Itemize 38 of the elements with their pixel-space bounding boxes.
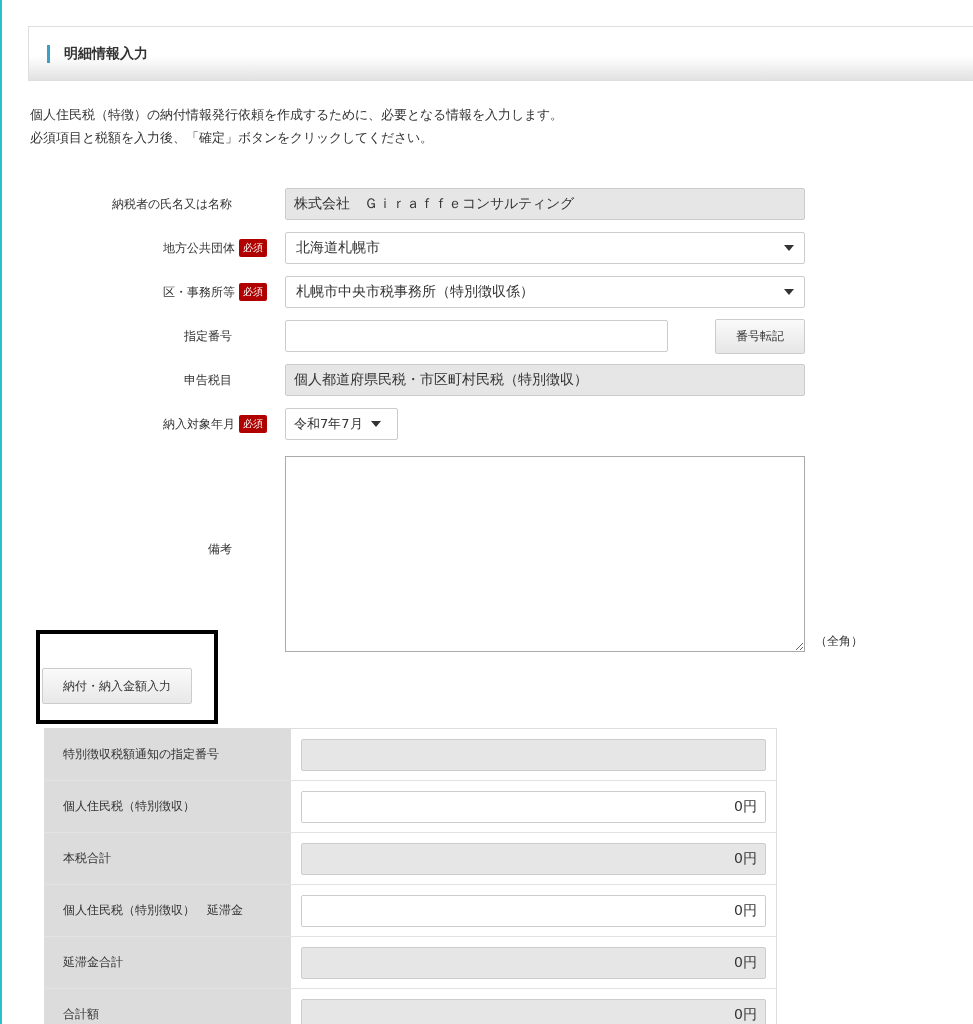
caret-icon (784, 245, 794, 251)
field-label: 指定番号 (184, 327, 232, 345)
description-text: 必須項目と税額を入力後、「確定」ボタンをクリックしてください。 (30, 129, 434, 147)
required-badge: 必須 (239, 283, 267, 301)
amount-field[interactable]: 0円 (301, 894, 766, 927)
caret-icon (370, 421, 381, 427)
hint-text: （全角） (815, 633, 863, 650)
amount-field[interactable]: 0円 (301, 790, 766, 823)
accent-bar (47, 44, 50, 63)
readonly-field: 株式会社 Ｇｉｒａｆｆｅコンサルティング (285, 188, 805, 220)
input-field[interactable] (285, 320, 668, 352)
copy-number-button[interactable]: 番号転記 (715, 318, 805, 354)
month-select[interactable]: 令和7年7月 (285, 408, 398, 440)
amount-field: 0円 (301, 998, 766, 1024)
section-title: 明細情報入力 (64, 44, 148, 63)
caret-icon (784, 289, 794, 295)
required-badge: 必須 (239, 415, 267, 433)
field-label: 区・事務所等 (163, 283, 235, 301)
select-field[interactable]: 札幌市中央市税事務所（特別徴収係） (285, 276, 805, 308)
readonly-field: 個人都道府県民税・市区町村民税（特別徴収） (285, 364, 805, 396)
field-label: 納入対象年月 (163, 415, 235, 433)
row-label: 個人住民税（特別徴収） (45, 781, 291, 832)
select-field[interactable]: 北海道札幌市 (285, 232, 805, 264)
description-text: 個人住民税（特徴）の納付情報発行依頼を作成するために、必要となる情報を入力します。 (30, 106, 564, 124)
remarks-field[interactable] (285, 456, 805, 652)
field-label: 地方公共団体 (163, 239, 235, 257)
amount-entry-button[interactable]: 納付・納入金額入力 (42, 668, 192, 704)
amount-field: 0円 (301, 946, 766, 979)
row-label: 個人住民税（特別徴収） 延滞金 (45, 885, 291, 936)
field-label: 備考 (208, 540, 232, 558)
amount-field: 0円 (301, 842, 766, 875)
row-label: 合計額 (45, 989, 291, 1024)
required-badge: 必須 (239, 239, 267, 257)
field-label: 申告税目 (184, 371, 232, 389)
row-label: 延滞金合計 (45, 937, 291, 988)
field-label: 納税者の氏名又は名称 (112, 195, 232, 213)
row-label: 本税合計 (45, 833, 291, 884)
row-label: 特別徴収税額通知の指定番号 (45, 729, 291, 780)
